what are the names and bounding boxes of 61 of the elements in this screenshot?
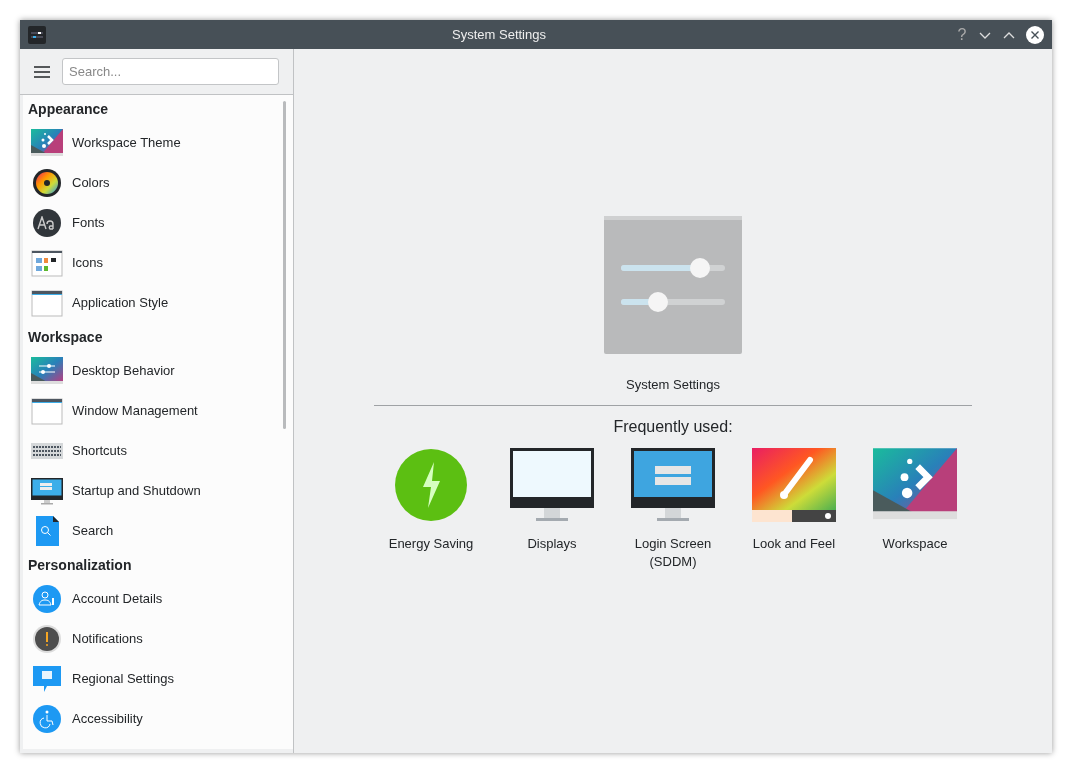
section-header: Personalization bbox=[27, 556, 133, 575]
item-label: Regional Settings bbox=[72, 670, 174, 689]
item-label: Window Management bbox=[72, 402, 198, 421]
accessibility-icon bbox=[31, 703, 63, 735]
menu-icon[interactable] bbox=[34, 64, 50, 79]
scrollbar[interactable] bbox=[283, 101, 286, 429]
paintbrush-icon bbox=[752, 447, 836, 522]
item-label: Colors bbox=[72, 174, 110, 193]
window-title: System Settings bbox=[451, 25, 547, 44]
lightning-icon bbox=[394, 447, 468, 522]
sidebar-item[interactable]: Shortcuts bbox=[23, 431, 293, 471]
sidebar-item[interactable]: Startup and Shutdown bbox=[23, 471, 293, 511]
sidebar-item[interactable]: Fonts bbox=[23, 203, 293, 243]
window-icon bbox=[31, 287, 63, 319]
close-icon[interactable] bbox=[1026, 25, 1044, 44]
item-label: Desktop Behavior bbox=[72, 362, 175, 381]
monitor-icon bbox=[31, 475, 63, 507]
item-label: Notifications bbox=[72, 630, 143, 649]
sidebar-item[interactable]: Regional Settings bbox=[23, 659, 293, 699]
help-button[interactable]: ? bbox=[952, 22, 972, 47]
item-label: Shortcuts bbox=[72, 442, 127, 461]
item-label: Icons bbox=[72, 254, 104, 273]
sidebar-item[interactable]: Notifications bbox=[23, 619, 293, 659]
frequent-item[interactable]: Energy Saving bbox=[370, 446, 492, 571]
sidebar-item[interactable]: Search bbox=[23, 511, 293, 551]
item-label: Accessibility bbox=[72, 710, 143, 729]
section-header: Appearance bbox=[27, 100, 110, 119]
item-label: Search bbox=[72, 522, 114, 541]
theme-icon bbox=[31, 127, 63, 159]
sidebar-item[interactable]: Window Management bbox=[23, 391, 293, 431]
bell-icon bbox=[31, 623, 63, 655]
item-label: Account Details bbox=[72, 590, 163, 609]
sidebar-item[interactable]: Icons bbox=[23, 243, 293, 283]
font-icon bbox=[33, 209, 61, 237]
sidebar-item[interactable]: Workspace Theme bbox=[23, 123, 293, 163]
frequently-used-heading: Frequently used: bbox=[613, 416, 733, 437]
settings-sliders-icon bbox=[603, 215, 743, 355]
frequent-item[interactable]: Displays bbox=[491, 446, 613, 571]
icons-grid-icon bbox=[31, 247, 63, 279]
sidebar-item[interactable]: Account Details bbox=[23, 579, 293, 619]
search-field[interactable]: Search... bbox=[62, 58, 279, 85]
frequent-item[interactable]: Workspace bbox=[854, 446, 976, 571]
sidebar-item[interactable]: Desktop Behavior bbox=[23, 351, 293, 391]
desktop-sliders-icon bbox=[31, 355, 63, 387]
monitor-icon bbox=[631, 447, 715, 522]
item-label: Application Style bbox=[72, 294, 169, 313]
sidebar-item[interactable]: Colors bbox=[23, 163, 293, 203]
item-label: Fonts bbox=[72, 214, 105, 233]
frequent-item[interactable]: Look and Feel bbox=[733, 446, 855, 571]
sidebar-item[interactable]: Application Style bbox=[23, 283, 293, 323]
hero-caption: System Settings bbox=[626, 376, 720, 394]
item-label: Workspace Theme bbox=[72, 134, 181, 153]
window-icon bbox=[31, 395, 63, 427]
app-icon bbox=[28, 25, 46, 44]
section-header: Workspace bbox=[27, 328, 104, 347]
item-label: Startup and Shutdown bbox=[72, 482, 201, 501]
color-wheel-icon bbox=[31, 167, 63, 199]
user-icon bbox=[31, 583, 63, 615]
sidebar-item[interactable]: Accessibility bbox=[23, 699, 293, 739]
frequent-item[interactable]: Login Screen (SDDM) bbox=[612, 446, 734, 571]
monitor-icon bbox=[510, 447, 594, 522]
